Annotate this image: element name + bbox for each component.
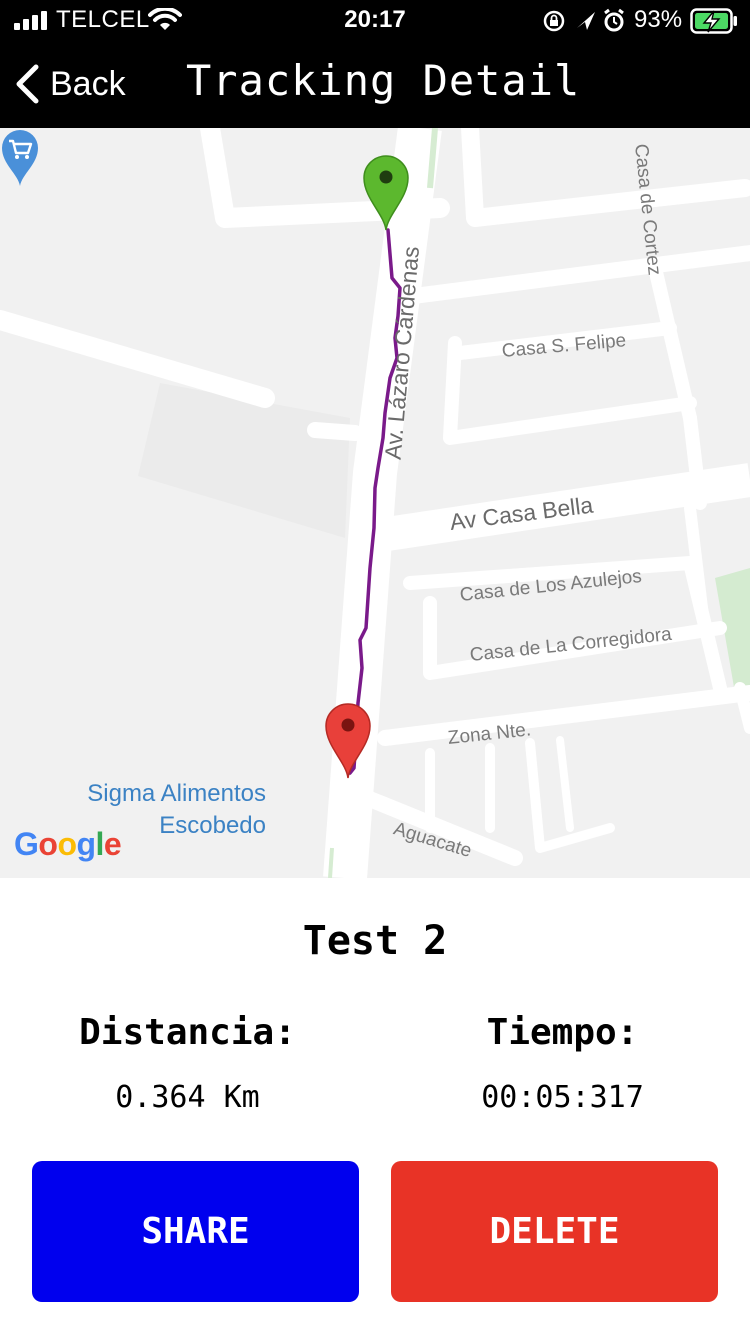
top-bar: TELCEL 20:17 93% Back Tracking Detail bbox=[0, 0, 750, 128]
tracking-name: Test 2 bbox=[302, 918, 448, 964]
battery-charging-icon bbox=[690, 8, 737, 34]
time-label: Tiempo: bbox=[486, 1012, 639, 1053]
page-title: Tracking Detail bbox=[186, 56, 581, 105]
back-label: Back bbox=[50, 64, 126, 103]
delete-button[interactable]: DELETE bbox=[391, 1161, 718, 1302]
status-indicators-icon bbox=[543, 8, 624, 32]
end-marker-icon[interactable] bbox=[324, 702, 372, 780]
battery-percent: 93% bbox=[634, 6, 683, 33]
back-button[interactable]: Back bbox=[14, 60, 126, 108]
distance-value: 0.364 Km bbox=[115, 1080, 260, 1115]
map-base bbox=[0, 128, 750, 878]
route-map[interactable]: Av. Lázaro Cárdenas Casa de Cortez Casa … bbox=[0, 128, 750, 878]
navigation-bar: Back Tracking Detail bbox=[0, 40, 750, 128]
status-bar: TELCEL 20:17 93% bbox=[0, 0, 750, 40]
distance-label: Distancia: bbox=[79, 1012, 296, 1053]
chevron-left-icon bbox=[16, 64, 39, 104]
time-value: 00:05:317 bbox=[481, 1080, 644, 1115]
share-button[interactable]: SHARE bbox=[32, 1161, 359, 1302]
start-marker-icon[interactable] bbox=[362, 154, 410, 232]
poi-name-line1: Sigma Alimentos bbox=[87, 780, 266, 807]
google-logo: Google bbox=[14, 826, 122, 862]
shopping-cart-icon[interactable] bbox=[0, 128, 40, 188]
